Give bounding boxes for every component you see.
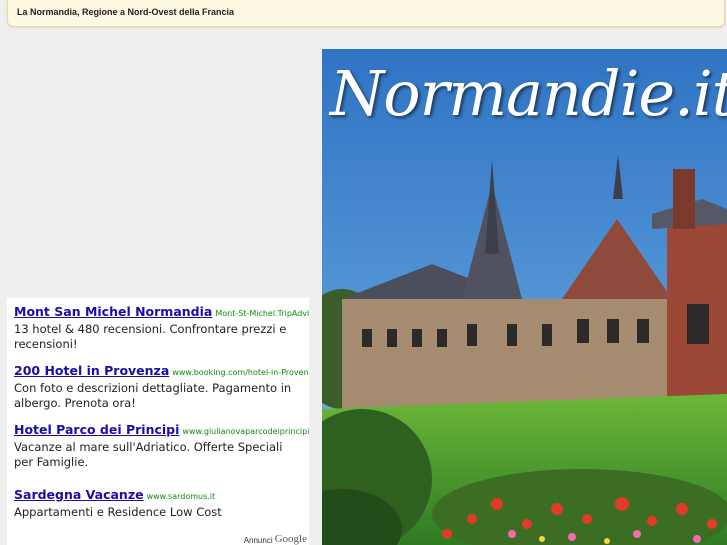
header-bar: La Normandia, Regione a Nord-Ovest della… — [7, 0, 725, 27]
site-logo-title: Normandie.it — [330, 57, 727, 130]
ad-description: Appartamenti e Residence Low Cost — [14, 505, 222, 519]
ad-title-link[interactable]: Mont San Michel Normandia — [14, 304, 212, 319]
ad-item: 200 Hotel in Provenza www.booking.com/hot… — [14, 363, 309, 411]
ad-url[interactable]: Mont-St-Michel.TripAdvis… — [215, 309, 309, 318]
ad-title-link[interactable]: Sardegna Vacanze — [14, 487, 144, 502]
ad-description: Vacanze al mare sull'Adriatico. Offerte … — [14, 440, 283, 469]
ad-unit: Mont San Michel Normandia Mont-St-Michel.… — [7, 298, 309, 545]
ad-item: Sardegna Vacanze www.sardomus.it Appartam… — [14, 487, 309, 520]
ad-url[interactable]: www.giulianovaparcodeiprincipi.it — [182, 427, 309, 436]
ads-attribution[interactable]: Annunci Google — [244, 531, 307, 545]
ad-description: 13 hotel & 480 recensioni. Confrontare p… — [14, 322, 287, 351]
ads-label: Annunci — [243, 536, 273, 545]
ad-title-link[interactable]: Hotel Parco dei Principi — [14, 422, 179, 437]
ad-title-link[interactable]: 200 Hotel in Provenza — [14, 363, 169, 378]
ad-item: Mont San Michel Normandia Mont-St-Michel.… — [14, 304, 309, 352]
google-logo: Google — [274, 533, 307, 545]
ad-item: Hotel Parco dei Principi www.giulianovapa… — [14, 422, 309, 470]
hero-image: Normandie.it — [322, 49, 727, 545]
page-title: La Normandia, Regione a Nord-Ovest della… — [17, 7, 235, 17]
ad-url[interactable]: www.sardomus.it — [147, 492, 216, 501]
ad-description: Con foto e descrizioni dettagliate. Paga… — [14, 381, 292, 410]
ad-url[interactable]: www.booking.com/hotel-in-Provence — [172, 368, 309, 377]
